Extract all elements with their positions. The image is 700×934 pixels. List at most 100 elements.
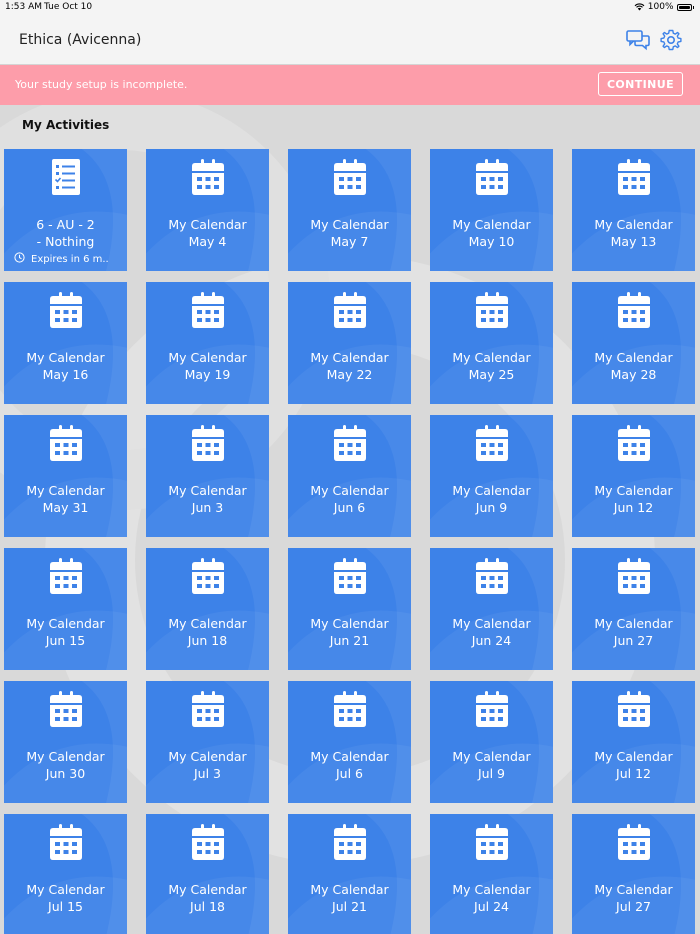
calendar-activity-tile[interactable]: My Calendar Jul 6 <box>288 681 411 803</box>
activity-title: My Calendar <box>452 350 531 365</box>
activity-subtitle: May 22 <box>326 367 373 382</box>
activity-label: My Calendar May 13 <box>572 216 695 250</box>
calendar-activity-tile[interactable]: My Calendar May 16 <box>4 282 127 404</box>
activity-label: My Calendar May 28 <box>572 349 695 383</box>
activity-label: My Calendar Jul 27 <box>572 881 695 915</box>
activity-title: My Calendar <box>168 616 247 631</box>
calendar-activity-tile[interactable]: My Calendar Jun 30 <box>4 681 127 803</box>
battery-icon <box>676 3 692 11</box>
calendar-activity-tile[interactable]: My Calendar May 4 <box>146 149 269 271</box>
gear-icon[interactable] <box>660 29 684 51</box>
calendar-activity-tile[interactable]: My Calendar Jun 3 <box>146 415 269 537</box>
calendar-activity-tile[interactable]: My Calendar May 10 <box>430 149 553 271</box>
header-actions <box>626 29 684 51</box>
calendar-activity-tile[interactable]: My Calendar Jul 9 <box>430 681 553 803</box>
calendar-activity-tile[interactable]: My Calendar Jun 6 <box>288 415 411 537</box>
calendar-activity-tile[interactable]: My Calendar Jun 9 <box>430 415 553 537</box>
activity-subtitle: Jul 27 <box>616 899 651 914</box>
activity-label: My Calendar May 16 <box>4 349 127 383</box>
calendar-activity-tile[interactable]: My Calendar Jul 24 <box>430 814 553 934</box>
calendar-activity-tile[interactable]: My Calendar Jun 27 <box>572 548 695 670</box>
activity-subtitle: Jul 3 <box>193 766 221 781</box>
activity-title: My Calendar <box>310 483 389 498</box>
activity-subtitle: Jun 18 <box>187 633 228 648</box>
activity-label: My Calendar May 19 <box>146 349 269 383</box>
calendar-icon <box>334 292 366 328</box>
calendar-activity-tile[interactable]: My Calendar Jun 21 <box>288 548 411 670</box>
calendar-icon <box>50 425 82 461</box>
calendar-activity-tile[interactable]: My Calendar Jul 18 <box>146 814 269 934</box>
activity-subtitle: May 25 <box>468 367 515 382</box>
activity-subtitle: Jun 12 <box>613 500 654 515</box>
chat-icon[interactable] <box>626 29 650 51</box>
calendar-icon <box>618 292 650 328</box>
activity-subtitle: Jul 12 <box>616 766 651 781</box>
activity-subtitle: Jun 3 <box>191 500 224 515</box>
activity-title: My Calendar <box>452 882 531 897</box>
activity-subtitle: Jul 15 <box>48 899 83 914</box>
activity-title: My Calendar <box>452 749 531 764</box>
activity-label: My Calendar Jun 27 <box>572 615 695 649</box>
activity-label: My Calendar Jul 9 <box>430 748 553 782</box>
activity-title: My Calendar <box>310 217 389 232</box>
activity-label: My Calendar Jul 15 <box>4 881 127 915</box>
activity-label: My Calendar Jun 12 <box>572 482 695 516</box>
calendar-activity-tile[interactable]: My Calendar Jul 21 <box>288 814 411 934</box>
activity-subtitle: Jul 6 <box>335 766 363 781</box>
activity-label: My Calendar Jun 15 <box>4 615 127 649</box>
calendar-icon <box>618 691 650 727</box>
calendar-icon <box>476 558 508 594</box>
activity-title: My Calendar <box>26 749 105 764</box>
calendar-activity-tile[interactable]: My Calendar Jun 15 <box>4 548 127 670</box>
continue-button[interactable]: CONTINUE <box>598 72 683 96</box>
activity-title: My Calendar <box>310 749 389 764</box>
battery-percent: 100% <box>647 2 674 12</box>
calendar-icon <box>334 691 366 727</box>
calendar-activity-tile[interactable]: My Calendar Jul 15 <box>4 814 127 934</box>
setup-incomplete-banner: Your study setup is incomplete. CONTINUE <box>0 65 700 105</box>
calendar-activity-tile[interactable]: My Calendar Jun 18 <box>146 548 269 670</box>
expiry-info: Expires in 6 m.. <box>14 252 109 266</box>
activity-subtitle: Jul 18 <box>190 899 225 914</box>
activity-label: 6 - AU - 2 - Nothing <box>4 216 127 250</box>
calendar-icon <box>50 558 82 594</box>
calendar-icon <box>476 425 508 461</box>
activity-title: My Calendar <box>26 616 105 631</box>
calendar-activity-tile[interactable]: My Calendar Jul 27 <box>572 814 695 934</box>
activity-subtitle: May 4 <box>188 234 227 249</box>
activity-title: My Calendar <box>594 217 673 232</box>
calendar-activity-tile[interactable]: My Calendar May 22 <box>288 282 411 404</box>
calendar-activity-tile[interactable]: My Calendar May 28 <box>572 282 695 404</box>
calendar-activity-tile[interactable]: My Calendar Jul 3 <box>146 681 269 803</box>
activity-subtitle: Jul 9 <box>477 766 505 781</box>
activity-subtitle: May 31 <box>42 500 89 515</box>
calendar-activity-tile[interactable]: My Calendar May 7 <box>288 149 411 271</box>
activity-title: My Calendar <box>452 483 531 498</box>
wifi-icon <box>634 3 645 11</box>
activity-subtitle: Jun 24 <box>471 633 512 648</box>
activity-subtitle: May 28 <box>610 367 657 382</box>
calendar-activity-tile[interactable]: My Calendar Jul 12 <box>572 681 695 803</box>
status-date: Tue Oct 10 <box>44 2 93 12</box>
activity-label: My Calendar Jun 9 <box>430 482 553 516</box>
calendar-icon <box>192 824 224 860</box>
activity-label: My Calendar Jul 3 <box>146 748 269 782</box>
activity-subtitle: Jun 21 <box>329 633 370 648</box>
activity-title: My Calendar <box>594 483 673 498</box>
calendar-icon <box>618 159 650 195</box>
app-header: Ethica (Avicenna) <box>0 16 700 65</box>
activity-label: My Calendar Jun 3 <box>146 482 269 516</box>
calendar-activity-tile[interactable]: My Calendar May 13 <box>572 149 695 271</box>
calendar-activity-tile[interactable]: My Calendar Jun 24 <box>430 548 553 670</box>
calendar-activity-tile[interactable]: My Calendar May 25 <box>430 282 553 404</box>
calendar-activity-tile[interactable]: My Calendar May 31 <box>4 415 127 537</box>
calendar-activity-tile[interactable]: My Calendar May 19 <box>146 282 269 404</box>
activity-label: My Calendar Jun 30 <box>4 748 127 782</box>
activity-subtitle: May 16 <box>42 367 89 382</box>
calendar-icon <box>618 425 650 461</box>
activity-label: My Calendar Jun 6 <box>288 482 411 516</box>
survey-activity-tile[interactable]: 6 - AU - 2 - Nothing Expires in 6 m.. <box>4 149 127 271</box>
expiry-text: Expires in 6 m.. <box>31 253 109 265</box>
calendar-activity-tile[interactable]: My Calendar Jun 12 <box>572 415 695 537</box>
activity-subtitle: May 13 <box>610 234 657 249</box>
